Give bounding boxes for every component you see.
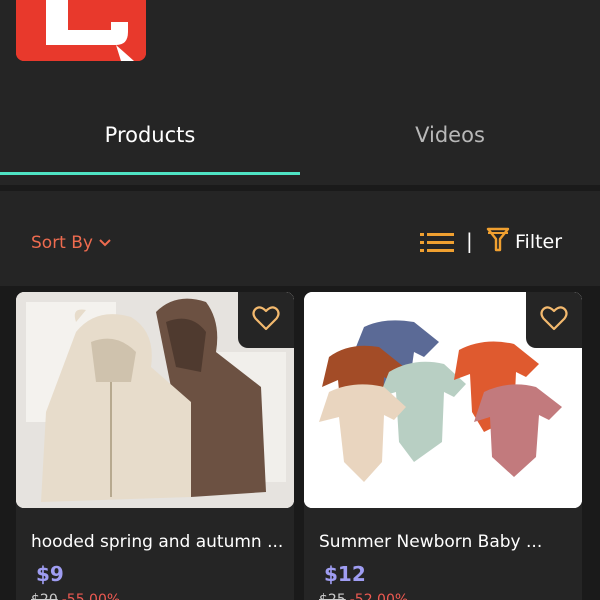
sort-by-button[interactable]: Sort By: [31, 231, 111, 255]
product-card[interactable]: Summer Newborn Baby ... $12 $25 -52.00%: [304, 292, 582, 600]
favorite-button[interactable]: [526, 292, 582, 348]
discount-badge: -52.00%: [349, 592, 409, 600]
app-header: [0, 0, 600, 95]
sort-by-label: Sort By: [31, 233, 93, 253]
filter-button[interactable]: Filter: [486, 227, 563, 258]
tab-bar: Products Videos: [0, 95, 600, 185]
original-price: $20: [31, 592, 58, 600]
product-card[interactable]: hooded spring and autumn ... $9 $20 -55.0…: [16, 292, 294, 600]
original-price: $25: [319, 592, 346, 600]
list-view-icon[interactable]: [420, 232, 454, 254]
heart-icon: [540, 305, 568, 335]
product-image[interactable]: [304, 292, 582, 508]
product-price: $9: [36, 562, 64, 586]
list-toolbar: Sort By | Filter: [0, 191, 600, 286]
tab-products[interactable]: Products: [0, 95, 300, 175]
filter-icon: [486, 227, 510, 258]
tab-videos[interactable]: Videos: [300, 95, 600, 175]
brand-logo[interactable]: [16, 0, 146, 61]
discount-badge: -55.00%: [61, 592, 121, 600]
product-image[interactable]: [16, 292, 294, 508]
toolbar-separator: |: [466, 229, 473, 253]
active-tab-indicator: [0, 172, 300, 175]
favorite-button[interactable]: [238, 292, 294, 348]
product-old-price: $20 -55.00%: [31, 592, 120, 600]
product-old-price: $25 -52.00%: [319, 592, 408, 600]
product-title[interactable]: Summer Newborn Baby ...: [319, 532, 574, 552]
filter-label: Filter: [515, 231, 563, 253]
product-title[interactable]: hooded spring and autumn ...: [31, 532, 286, 552]
chevron-down-icon: [99, 233, 111, 253]
product-price: $12: [324, 562, 366, 586]
heart-icon: [252, 305, 280, 335]
